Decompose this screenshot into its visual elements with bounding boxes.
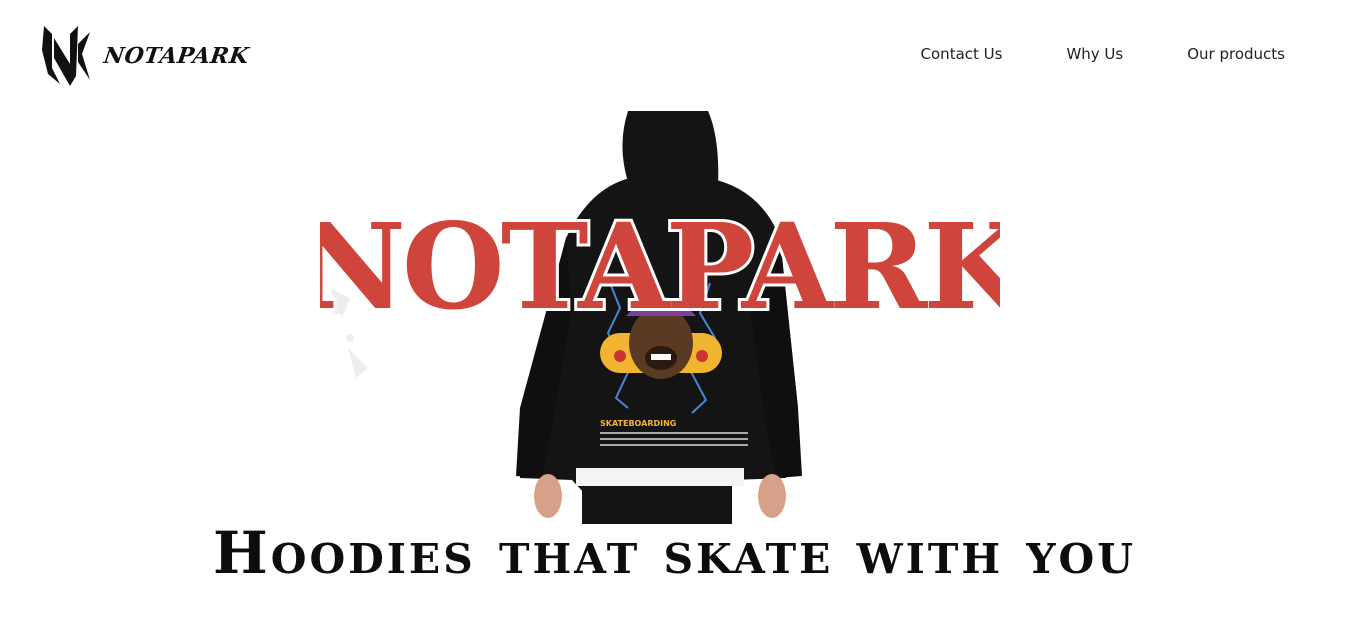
- brand-name: NOTAPARK: [102, 43, 251, 69]
- nav-our-products[interactable]: Our products: [1187, 45, 1285, 63]
- hoodie-back-print-image: SKATEBOARDING NOTAPARK: [320, 111, 1000, 524]
- nav-contact-us[interactable]: Contact Us: [921, 45, 1003, 63]
- print-headline: SKATEBOARDING: [600, 419, 676, 428]
- nk-monogram-icon: [42, 26, 90, 86]
- hero-image: SKATEBOARDING NOTAPARK: [320, 108, 1000, 524]
- site-header: NOTAPARK Contact Us Why Us Our products: [0, 0, 1349, 110]
- nav-why-us[interactable]: Why Us: [1066, 45, 1123, 63]
- main-nav: Contact Us Why Us Our products: [921, 45, 1285, 63]
- brand-logo[interactable]: NOTAPARK: [40, 24, 251, 88]
- hero-tagline: Hoodies that skate with you: [212, 519, 1137, 587]
- hero-wordmark: NOTAPARK: [320, 197, 1000, 336]
